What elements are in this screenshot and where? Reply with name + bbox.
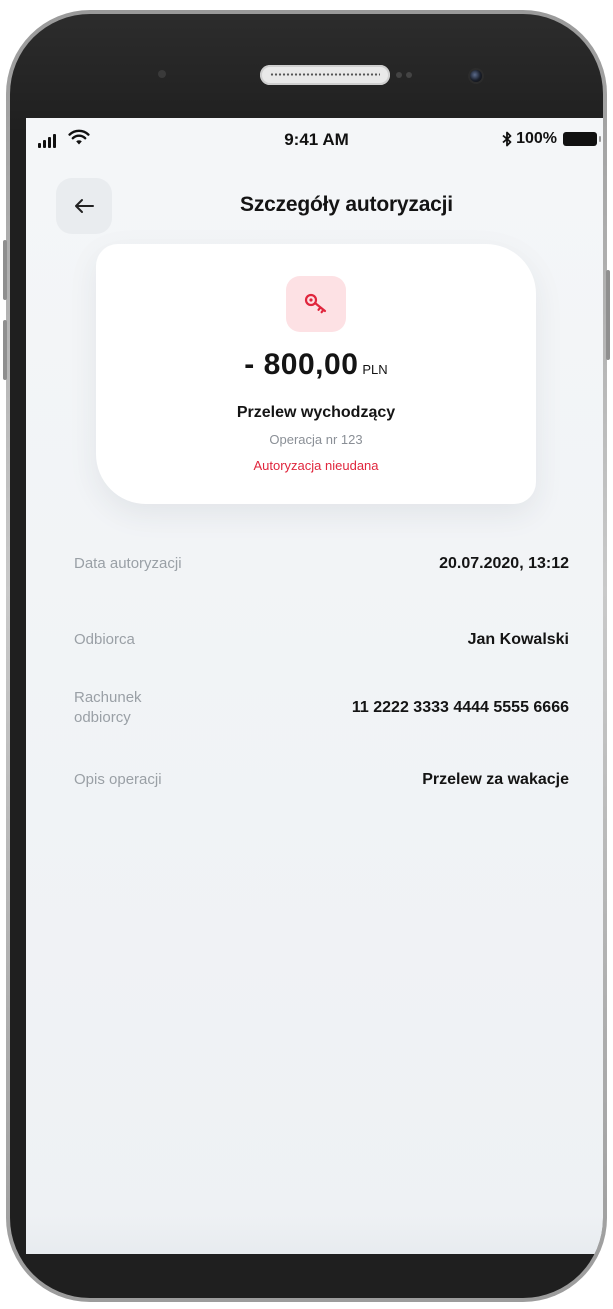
detail-value: 20.07.2020, 13:12 xyxy=(439,555,569,572)
header: Szczegóły autoryzacji xyxy=(26,176,603,236)
battery-percent: 100% xyxy=(516,130,557,147)
authorization-status: Autoryzacja nieudana xyxy=(253,458,379,473)
detail-value: 11 2222 3333 4444 5555 6666 xyxy=(351,699,569,716)
status-bar: 9:41 AM 100% xyxy=(26,118,603,162)
side-button xyxy=(3,240,7,300)
detail-row-recipient: Odbiorca Jan Kowalski xyxy=(74,630,569,650)
page-title: Szczegóły autoryzacji xyxy=(240,193,453,216)
detail-label: Opis operacji xyxy=(74,771,162,788)
amount-value: - 800,00 xyxy=(244,348,359,381)
transfer-type: Przelew wychodzący xyxy=(236,404,396,421)
battery-icon xyxy=(563,132,601,146)
detail-label: Rachunek odbiorcy xyxy=(74,689,142,726)
amount-currency: PLN xyxy=(362,362,388,377)
proximity-sensor xyxy=(158,70,166,78)
app-screen: 9:41 AM 100% Szczegóły autoryzacji - 800… xyxy=(26,118,603,1254)
phone-bezel: 9:41 AM 100% Szczegóły autoryzacji - 800… xyxy=(10,14,603,1298)
summary-card: - 800,00 PLN Przelew wychodzący Operacja … xyxy=(96,244,536,504)
key-icon xyxy=(304,293,327,314)
phone-frame: 9:41 AM 100% Szczegóły autoryzacji - 800… xyxy=(3,10,610,1302)
detail-row-account: Rachunek odbiorcy 11 2222 3333 4444 5555… xyxy=(74,688,569,728)
light-sensor xyxy=(406,72,412,78)
side-button xyxy=(606,270,610,360)
detail-value: Przelew za wakacje xyxy=(422,771,569,788)
operation-number: Operacja nr 123 xyxy=(269,432,363,447)
speaker-grille xyxy=(260,65,390,85)
status-icon-box xyxy=(286,276,346,332)
light-sensor xyxy=(396,72,402,78)
detail-row-date: Data autoryzacji 20.07.2020, 13:12 xyxy=(74,554,569,574)
amount: - 800,00 PLN xyxy=(96,348,536,382)
back-button[interactable] xyxy=(56,178,112,234)
side-button xyxy=(3,320,7,380)
detail-label: Odbiorca xyxy=(74,631,135,648)
detail-row-description: Opis operacji Przelew za wakacje xyxy=(74,770,569,790)
status-right: 100% xyxy=(502,130,601,148)
bluetooth-icon xyxy=(502,131,512,147)
detail-label: Data autoryzacji xyxy=(74,555,182,572)
arrow-left-icon xyxy=(75,199,94,213)
front-camera xyxy=(470,70,482,82)
detail-value: Jan Kowalski xyxy=(467,631,569,648)
